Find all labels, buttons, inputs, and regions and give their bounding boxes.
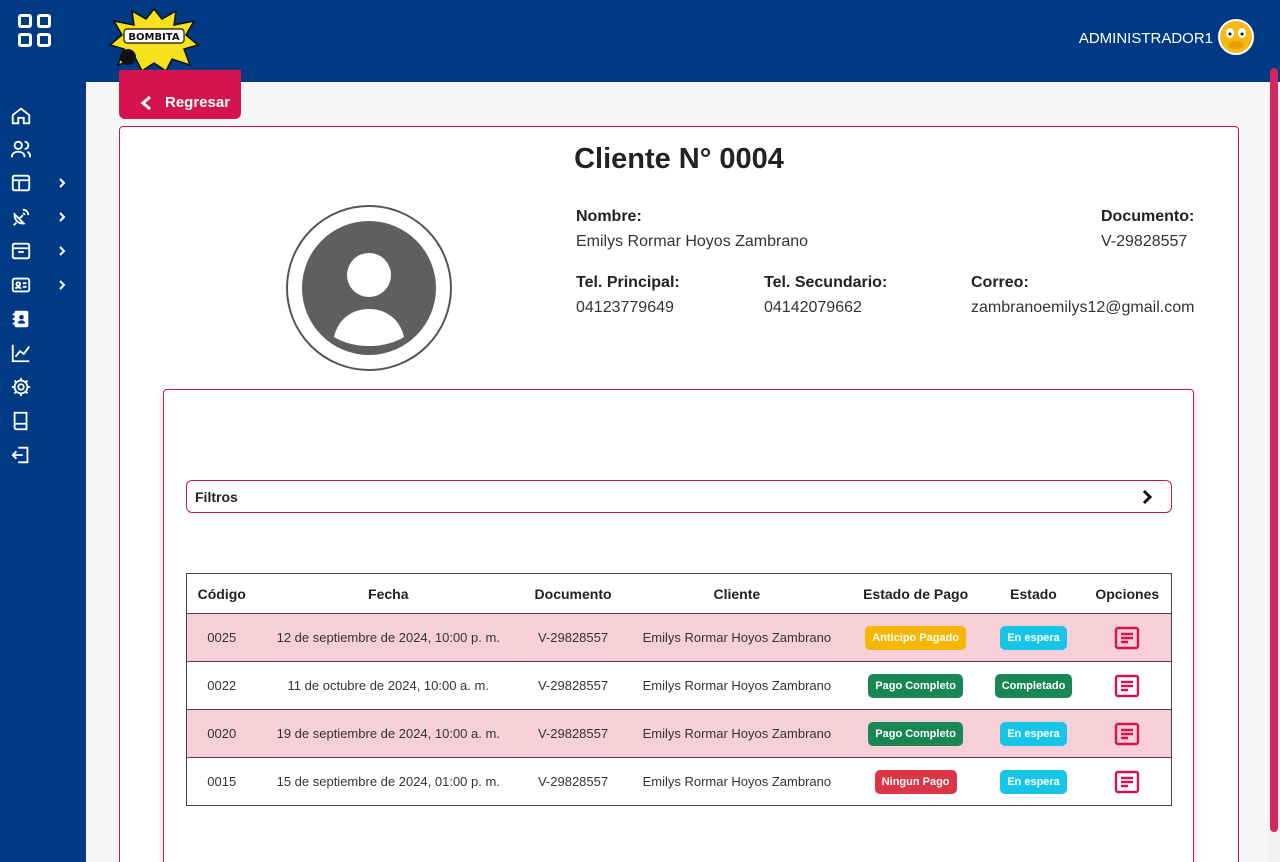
archive-icon[interactable] [10, 239, 76, 263]
page-title: Cliente N° 0004 [574, 143, 784, 175]
cell-codigo: 0020 [186, 709, 257, 758]
payment-status-badge: Pago Completo [868, 673, 963, 698]
user-name[interactable]: ADMINISTRADOR1 [1079, 30, 1213, 47]
table-row[interactable]: 0022 11 de octubre de 2024, 10:00 a. m. … [186, 661, 1172, 710]
brand-logo[interactable]: BOMBITA [108, 7, 200, 73]
table-row[interactable]: 0025 12 de septiembre de 2024, 10:00 p. … [186, 613, 1172, 662]
cell-documento: V-29828557 [520, 709, 626, 758]
user-avatar[interactable] [1216, 17, 1256, 59]
documento-value: V-29828557 [1101, 233, 1188, 250]
table-header-row: Código Fecha Documento Cliente Estado de… [186, 573, 1172, 614]
nombre-value: Emilys Rormar Hoyos Zambrano [576, 233, 809, 250]
column-header[interactable]: Documento [520, 573, 626, 614]
cell-estado-pago: Pago Completo [847, 661, 984, 710]
details-icon[interactable] [1114, 722, 1140, 746]
column-header[interactable]: Cliente [626, 573, 848, 614]
status-badge: Completado [994, 673, 1073, 698]
gear-icon[interactable] [10, 375, 76, 399]
chevron-right-icon [1142, 489, 1153, 505]
payment-status-badge: Pago Completo [868, 721, 963, 746]
documento-label: Documento: [1101, 208, 1195, 225]
cell-estado-pago: Ningun Pago [847, 757, 984, 806]
satellite-icon[interactable] [10, 205, 76, 229]
book-icon[interactable] [10, 409, 76, 433]
cell-estado-pago: Pago Completo [847, 709, 984, 758]
chevron-right-icon [59, 178, 66, 188]
apps-grid-icon[interactable] [18, 14, 54, 50]
status-badge: En espera [1000, 721, 1067, 746]
top-header: BOMBITA ADMINISTRADOR1 [86, 0, 1280, 82]
column-header[interactable]: Estado de Pago [847, 573, 984, 614]
cell-cliente: Emilys Rormar Hoyos Zambrano [626, 709, 848, 758]
chart-line-icon[interactable] [10, 341, 76, 365]
cell-codigo: 0025 [186, 613, 257, 662]
chevron-right-icon [59, 280, 66, 290]
contact-book-icon[interactable] [10, 307, 76, 331]
cell-opciones [1083, 757, 1172, 806]
cell-fecha: 12 de septiembre de 2024, 10:00 p. m. [256, 613, 521, 662]
cell-cliente: Emilys Rormar Hoyos Zambrano [626, 661, 848, 710]
cell-codigo: 0015 [186, 757, 257, 806]
logo-text: BOMBITA [128, 32, 179, 43]
cell-fecha: 19 de septiembre de 2024, 10:00 a. m. [256, 709, 521, 758]
cell-fecha: 15 de septiembre de 2024, 01:00 p. m. [256, 757, 521, 806]
chevron-right-icon [59, 246, 66, 256]
sidebar [0, 0, 86, 862]
tel-principal-value: 04123779649 [576, 299, 674, 316]
table-row[interactable]: 0020 19 de septiembre de 2024, 10:00 a. … [186, 709, 1172, 758]
status-badge: En espera [1000, 769, 1067, 794]
cell-opciones [1083, 613, 1172, 662]
cell-codigo: 0022 [186, 661, 257, 710]
correo-value: zambranoemilys12@gmail.com [971, 299, 1195, 316]
correo-label: Correo: [971, 274, 1029, 291]
cell-estado-pago: Anticipo Pagado [847, 613, 984, 662]
cell-estado: Completado [983, 661, 1084, 710]
cell-documento: V-29828557 [520, 661, 626, 710]
column-header[interactable]: Código [186, 573, 257, 614]
home-icon[interactable] [10, 104, 76, 128]
logout-icon[interactable] [10, 443, 76, 467]
cell-cliente: Emilys Rormar Hoyos Zambrano [626, 757, 848, 806]
client-avatar [286, 205, 452, 371]
table-row[interactable]: 0015 15 de septiembre de 2024, 01:00 p. … [186, 757, 1172, 806]
filters-toggle[interactable]: Filtros [186, 480, 1172, 513]
cell-documento: V-29828557 [520, 757, 626, 806]
payment-status-badge: Anticipo Pagado [865, 625, 966, 650]
cell-cliente: Emilys Rormar Hoyos Zambrano [626, 613, 848, 662]
back-button[interactable]: Regresar [119, 70, 241, 119]
page-scrollbar[interactable] [1268, 68, 1280, 862]
chevron-right-icon [59, 212, 66, 222]
tel-principal-label: Tel. Principal: [576, 274, 680, 291]
cell-opciones [1083, 709, 1172, 758]
column-header: Opciones [1083, 573, 1172, 614]
id-card-icon[interactable] [10, 273, 76, 297]
events-table: Código Fecha Documento Cliente Estado de… [186, 573, 1172, 806]
payment-status-badge: Ningun Pago [874, 769, 957, 794]
chevron-left-icon [140, 95, 151, 110]
column-header[interactable]: Fecha [256, 573, 521, 614]
filters-label: Filtros [195, 488, 238, 505]
details-icon[interactable] [1114, 626, 1140, 650]
cell-opciones [1083, 661, 1172, 710]
scrollbar-thumb[interactable] [1270, 68, 1278, 832]
cell-estado: En espera [983, 613, 1084, 662]
cell-estado: En espera [983, 757, 1084, 806]
cell-documento: V-29828557 [520, 613, 626, 662]
status-badge: En espera [1000, 625, 1067, 650]
details-icon[interactable] [1114, 770, 1140, 794]
tel-secundario-label: Tel. Secundario: [764, 274, 888, 291]
user-silhouette-icon [302, 221, 436, 355]
tel-secundario-value: 04142079662 [764, 299, 862, 316]
column-header[interactable]: Estado [983, 573, 1084, 614]
nombre-label: Nombre: [576, 208, 642, 225]
back-button-label: Regresar [165, 94, 231, 111]
cell-fecha: 11 de octubre de 2024, 10:00 a. m. [256, 661, 521, 710]
cell-estado: En espera [983, 709, 1084, 758]
details-icon[interactable] [1114, 674, 1140, 698]
